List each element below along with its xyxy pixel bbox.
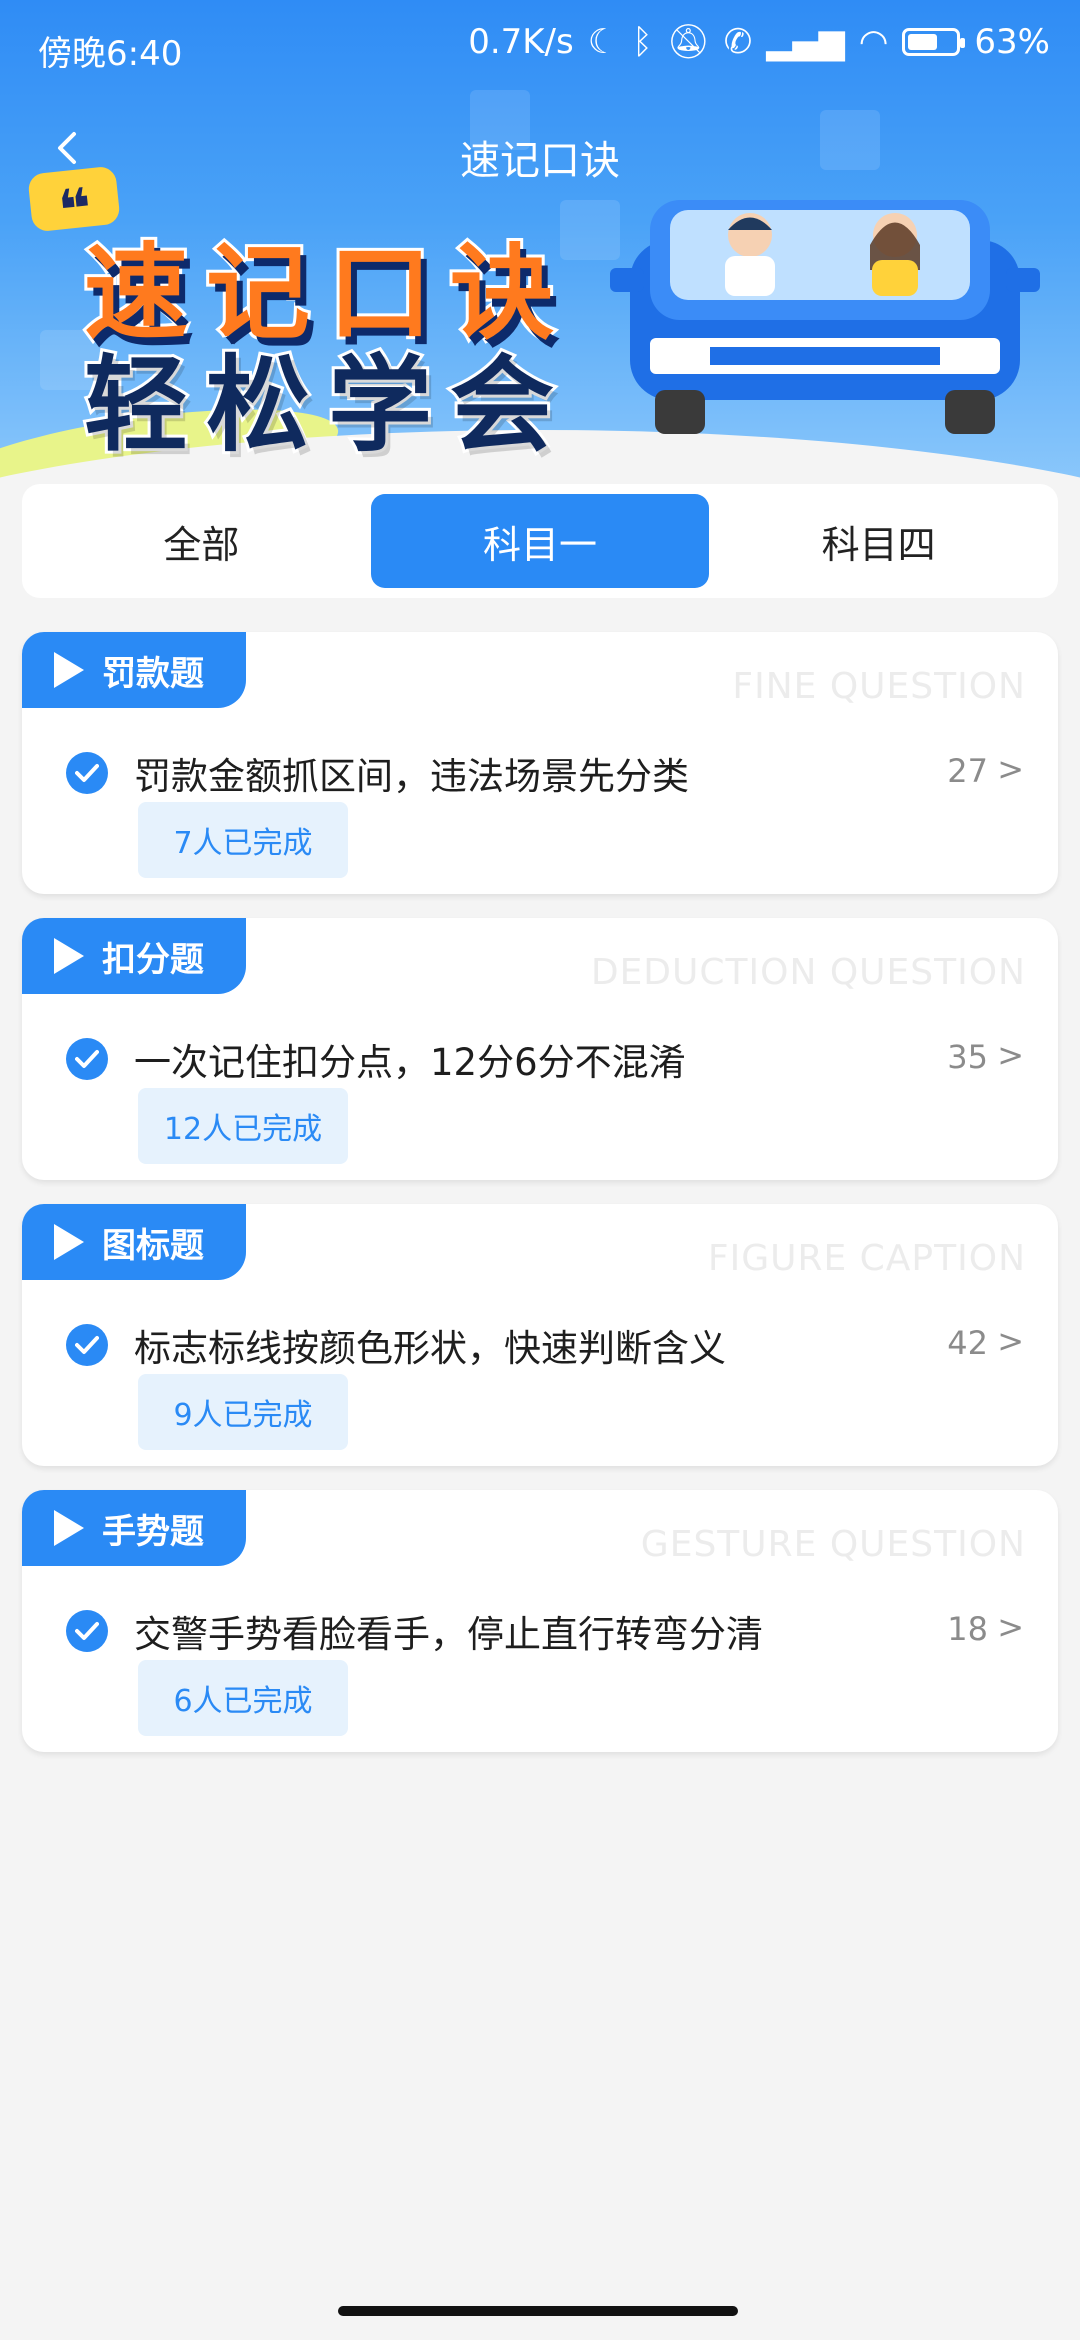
card-watermark: FIGURE CAPTION xyxy=(707,1238,1026,1279)
card-question-count: 27 xyxy=(947,752,988,790)
network-speed: 0.7K/s xyxy=(468,22,574,62)
card-question-count: 42 xyxy=(947,1324,988,1362)
completed-count-badge: 7人已完成 xyxy=(138,802,348,878)
card-question-count: 18 xyxy=(947,1610,988,1648)
battery-icon xyxy=(902,28,966,56)
tab-subject-four[interactable]: 科目四 xyxy=(709,494,1048,588)
page-title: 速记口诀 xyxy=(460,138,620,184)
card-category-badge: 扣分题 xyxy=(22,918,246,994)
status-bar: 傍晚6:40 0.7K/s ☾ ᛒ 🔕︎ ✆ ▂▄▆ ◠ 63% xyxy=(0,0,1080,90)
tab-subject-one[interactable]: 科目一 xyxy=(370,494,710,588)
play-icon xyxy=(54,1224,84,1260)
moon-icon: ☾ xyxy=(587,22,619,62)
card-watermark: DEDUCTION QUESTION xyxy=(590,952,1026,993)
mnemonic-card[interactable]: 图标题 FIGURE CAPTION 标志标线按颜色形状，快速判断含义 42 >… xyxy=(22,1204,1058,1466)
card-watermark: FINE QUESTION xyxy=(732,666,1026,707)
completed-count-badge: 12人已完成 xyxy=(138,1088,348,1164)
card-mnemonic-text: 一次记住扣分点，12分6分不混淆 xyxy=(134,1041,686,1084)
card-mnemonic-text: 标志标线按颜色形状，快速判断含义 xyxy=(134,1327,726,1370)
battery-text: 63% xyxy=(974,22,1050,62)
play-icon xyxy=(54,1510,84,1546)
card-question-count: 35 xyxy=(947,1038,988,1076)
check-circle-icon xyxy=(66,1038,108,1080)
mute-icon: 🔕︎ xyxy=(666,22,710,62)
play-icon xyxy=(54,938,84,974)
card-category-label: 罚款题 xyxy=(102,653,204,694)
status-time: 傍晚6:40 xyxy=(38,34,183,74)
card-category-label: 扣分题 xyxy=(102,939,204,980)
home-indicator[interactable] xyxy=(338,2306,738,2316)
chevron-right-icon: > xyxy=(997,1036,1024,1074)
mnemonic-card[interactable]: 手势题 GESTURE QUESTION 交警手势看脸看手，停止直行转弯分清 1… xyxy=(22,1490,1058,1752)
card-category-badge: 图标题 xyxy=(22,1204,246,1280)
wifi-icon: ◠ xyxy=(858,22,889,62)
card-watermark: GESTURE QUESTION xyxy=(640,1524,1026,1565)
mnemonic-card[interactable]: 扣分题 DEDUCTION QUESTION 一次记住扣分点，12分6分不混淆 … xyxy=(22,918,1058,1180)
card-category-badge: 手势题 xyxy=(22,1490,246,1566)
battery-fill xyxy=(908,34,938,50)
banner-title-line2: 轻松学会 xyxy=(81,341,573,469)
play-icon xyxy=(54,652,84,688)
card-category-label: 手势题 xyxy=(102,1511,204,1552)
signal-icon: ▂▄▆ xyxy=(766,22,845,62)
chevron-right-icon: > xyxy=(997,1322,1024,1360)
tab-all[interactable]: 全部 xyxy=(32,494,371,588)
card-category-label: 图标题 xyxy=(102,1225,204,1266)
bluetooth-icon: ᛒ xyxy=(632,22,653,62)
chevron-right-icon: > xyxy=(997,750,1024,788)
check-circle-icon xyxy=(66,752,108,794)
car-illustration xyxy=(610,200,1040,434)
card-mnemonic-text: 交警手势看脸看手，停止直行转弯分清 xyxy=(134,1613,763,1656)
chevron-right-icon: > xyxy=(997,1608,1024,1646)
card-category-badge: 罚款题 xyxy=(22,632,246,708)
call-icon: ✆ xyxy=(723,22,753,62)
subject-tabs: 全部 科目一 科目四 xyxy=(22,484,1058,598)
check-circle-icon xyxy=(66,1324,108,1366)
card-mnemonic-text: 罚款金额抓区间，违法场景先分类 xyxy=(134,755,689,798)
completed-count-badge: 9人已完成 xyxy=(138,1374,348,1450)
completed-count-badge: 6人已完成 xyxy=(138,1660,348,1736)
check-circle-icon xyxy=(66,1610,108,1652)
mnemonic-card[interactable]: 罚款题 FINE QUESTION 罚款金额抓区间，违法场景先分类 27 > 7… xyxy=(22,632,1058,894)
